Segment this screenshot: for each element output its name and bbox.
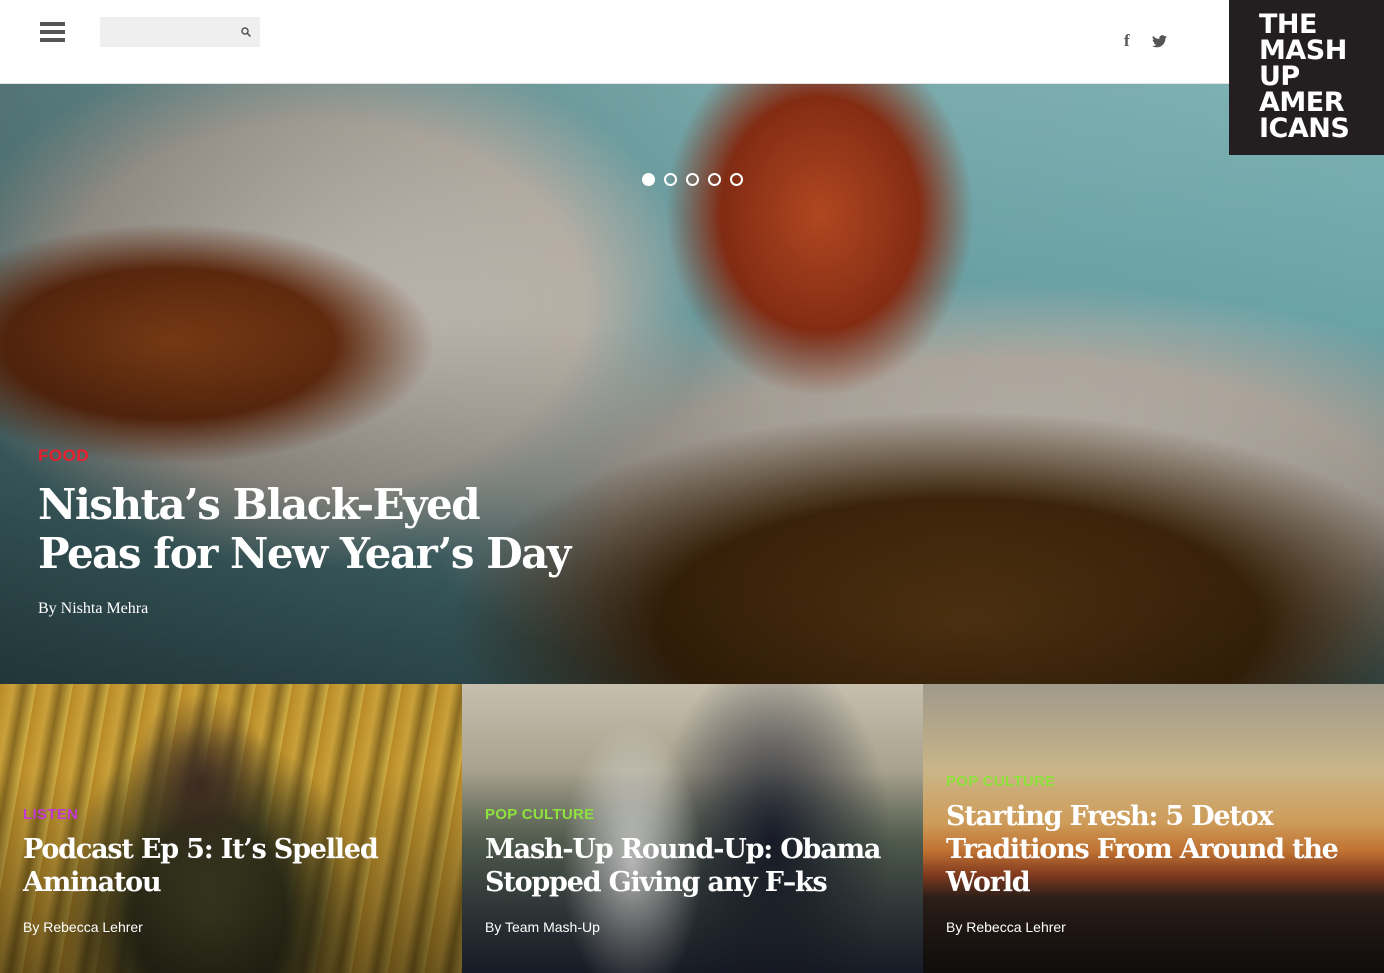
- site-header: f: [0, 0, 1384, 84]
- card-byline: By Rebecca Lehrer: [23, 919, 143, 935]
- card-title-link[interactable]: Mash-Up Round-Up: Obama Stopped Giving a…: [485, 833, 905, 899]
- facebook-icon[interactable]: f: [1124, 31, 1130, 51]
- card-text: LISTEN Podcast Ep 5: It’s Spelled Aminat…: [23, 806, 443, 935]
- search-input[interactable]: [100, 17, 260, 47]
- card-byline: By Rebecca Lehrer: [946, 919, 1066, 935]
- hero-title-link[interactable]: Nishta’s Black-Eyed Peas for New Year’s …: [38, 480, 578, 578]
- article-card[interactable]: LISTEN Podcast Ep 5: It’s Spelled Aminat…: [0, 684, 462, 973]
- card-text: POP CULTURE Mash-Up Round-Up: Obama Stop…: [485, 806, 905, 935]
- search-icon[interactable]: [241, 27, 251, 37]
- site-logo[interactable]: THE MASH UP AMER ICANS: [1229, 0, 1384, 155]
- carousel-dots: [642, 173, 743, 186]
- card-title-link[interactable]: Starting Fresh: 5 Detox Traditions From …: [946, 800, 1366, 899]
- logo-line: ICANS: [1259, 113, 1350, 144]
- carousel-dot[interactable]: [730, 173, 743, 186]
- card-category-link[interactable]: POP CULTURE: [485, 806, 905, 823]
- hero-byline: By Nishta Mehra: [38, 600, 149, 617]
- card-title-link[interactable]: Podcast Ep 5: It’s Spelled Aminatou: [23, 833, 443, 899]
- search-box: [100, 17, 260, 47]
- card-text: POP CULTURE Starting Fresh: 5 Detox Trad…: [946, 773, 1366, 935]
- card-byline: By Team Mash-Up: [485, 919, 600, 935]
- twitter-icon[interactable]: [1152, 34, 1167, 52]
- card-category-link[interactable]: LISTEN: [23, 806, 443, 823]
- carousel-dot[interactable]: [686, 173, 699, 186]
- card-category-link[interactable]: POP CULTURE: [946, 773, 1366, 790]
- hamburger-menu-icon[interactable]: [40, 22, 65, 42]
- hero-category-link[interactable]: FOOD: [38, 446, 578, 466]
- hero-text: FOOD Nishta’s Black-Eyed Peas for New Ye…: [38, 446, 578, 618]
- carousel-dot[interactable]: [708, 173, 721, 186]
- carousel-dot[interactable]: [664, 173, 677, 186]
- carousel-dot[interactable]: [642, 173, 655, 186]
- article-card[interactable]: POP CULTURE Mash-Up Round-Up: Obama Stop…: [462, 684, 923, 973]
- hero-slider[interactable]: FOOD Nishta’s Black-Eyed Peas for New Ye…: [0, 84, 1384, 684]
- article-card[interactable]: POP CULTURE Starting Fresh: 5 Detox Trad…: [923, 684, 1384, 973]
